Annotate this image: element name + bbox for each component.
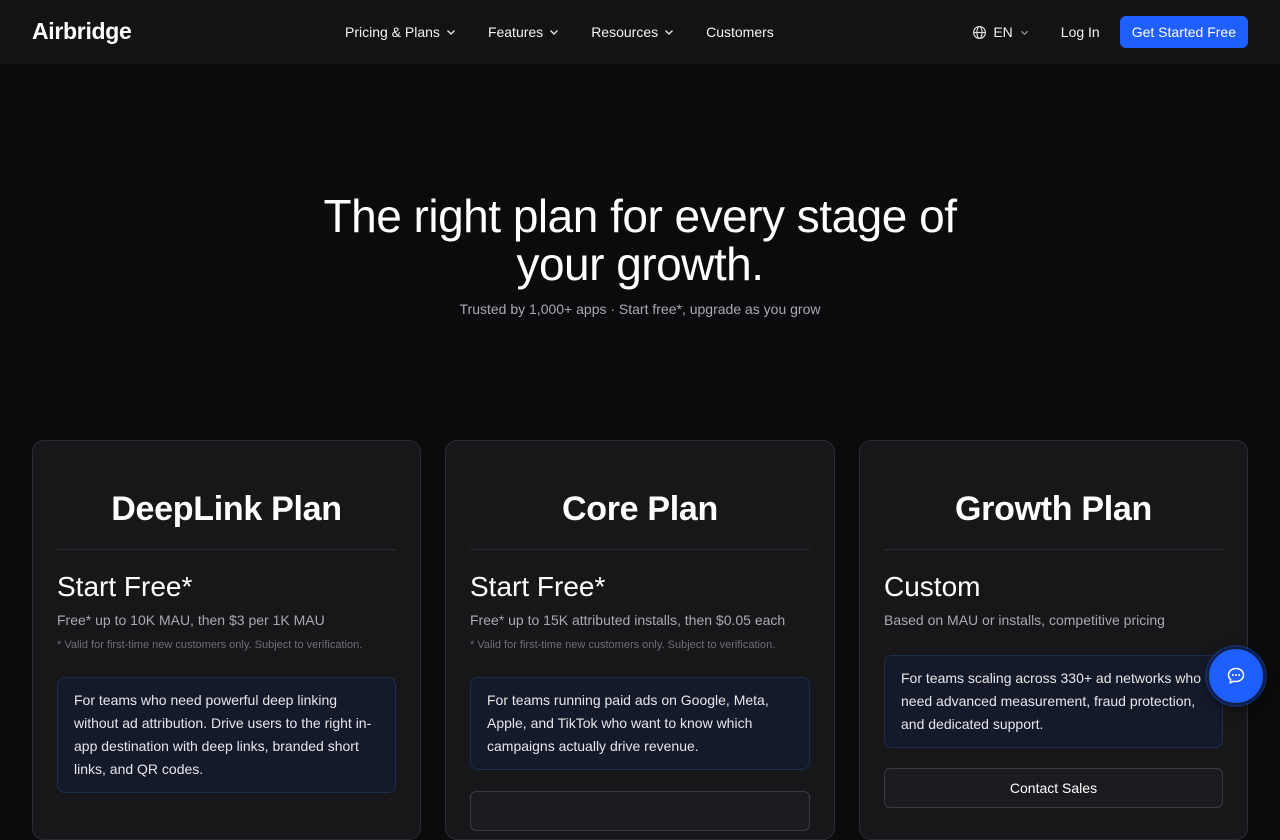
top-nav: Airbridge Pricing & Plans Features Resou…	[0, 0, 1280, 64]
chevron-down-icon	[665, 30, 674, 35]
plan-price-note: Free* up to 15K attributed installs, the…	[470, 612, 786, 628]
language-label: EN	[993, 24, 1013, 40]
nav-item-pricing[interactable]: Pricing & Plans	[345, 24, 456, 40]
nav-item-label: Features	[487, 24, 544, 40]
get-started-button[interactable]: Get Started Free	[1119, 16, 1248, 48]
divider	[470, 549, 810, 550]
plan-price: Start Free*	[470, 571, 606, 602]
plan-fine-print: * Valid for first-time new customers onl…	[57, 639, 363, 651]
language-selector[interactable]: EN	[972, 24, 1028, 40]
plan-price-note: Free* up to 10K MAU, then $3 per 1K MAU	[57, 612, 325, 628]
plan-card-deeplink: DeepLink Plan Start Free* Free* up to 10…	[32, 440, 421, 840]
nav-item-customers[interactable]: Customers	[706, 24, 774, 40]
plan-description: For teams running paid ads on Google, Me…	[470, 677, 810, 770]
nav-item-label: Resources	[591, 24, 659, 40]
plan-price: Start Free*	[57, 571, 193, 602]
plan-action-button[interactable]	[470, 791, 810, 831]
main-menu: Pricing & Plans Features Resources Custo…	[345, 0, 806, 64]
nav-item-label: Pricing & Plans	[345, 24, 440, 40]
plan-fine-print: * Valid for first-time new customers onl…	[470, 639, 776, 651]
plan-description: For teams scaling across 330+ ad network…	[884, 655, 1223, 748]
plan-description: For teams who need powerful deep linking…	[57, 677, 396, 793]
page-subtitle: Trusted by 1,000+ apps · Start free*, up…	[459, 301, 821, 317]
chevron-down-icon	[1020, 30, 1028, 35]
page-title-line-2: your growth.	[516, 238, 764, 290]
chevron-down-icon	[446, 30, 455, 35]
page-title: The right plan for every stage of your g…	[0, 192, 1280, 288]
nav-item-resources[interactable]: Resources	[591, 24, 674, 40]
plan-name: DeepLink Plan	[111, 490, 342, 528]
airbridge-logo[interactable]: Airbridge	[32, 18, 132, 45]
login-link[interactable]: Log In	[1061, 24, 1100, 40]
plan-card-growth: Growth Plan Custom Based on MAU or insta…	[859, 440, 1248, 840]
page-title-line-1: The right plan for every stage of	[323, 190, 957, 242]
plan-name: Core Plan	[561, 490, 718, 528]
contact-sales-button[interactable]: Contact Sales	[884, 768, 1223, 808]
plan-name: Growth Plan	[955, 490, 1152, 528]
divider	[884, 549, 1223, 550]
plan-price-note: Based on MAU or installs, competitive pr…	[884, 612, 1165, 628]
globe-icon	[973, 25, 987, 39]
chat-launcher-button[interactable]	[1207, 647, 1265, 705]
plan-price: Custom	[884, 571, 981, 602]
nav-actions: EN Log In Get Started Free	[972, 0, 1248, 64]
nav-item-features[interactable]: Features	[488, 24, 559, 40]
nav-item-label: Customers	[706, 24, 774, 40]
plan-card-core: Core Plan Start Free* Free* up to 15K at…	[445, 440, 835, 840]
divider	[57, 549, 396, 550]
chevron-down-icon	[550, 30, 559, 35]
chat-bubble-icon	[1227, 667, 1245, 684]
